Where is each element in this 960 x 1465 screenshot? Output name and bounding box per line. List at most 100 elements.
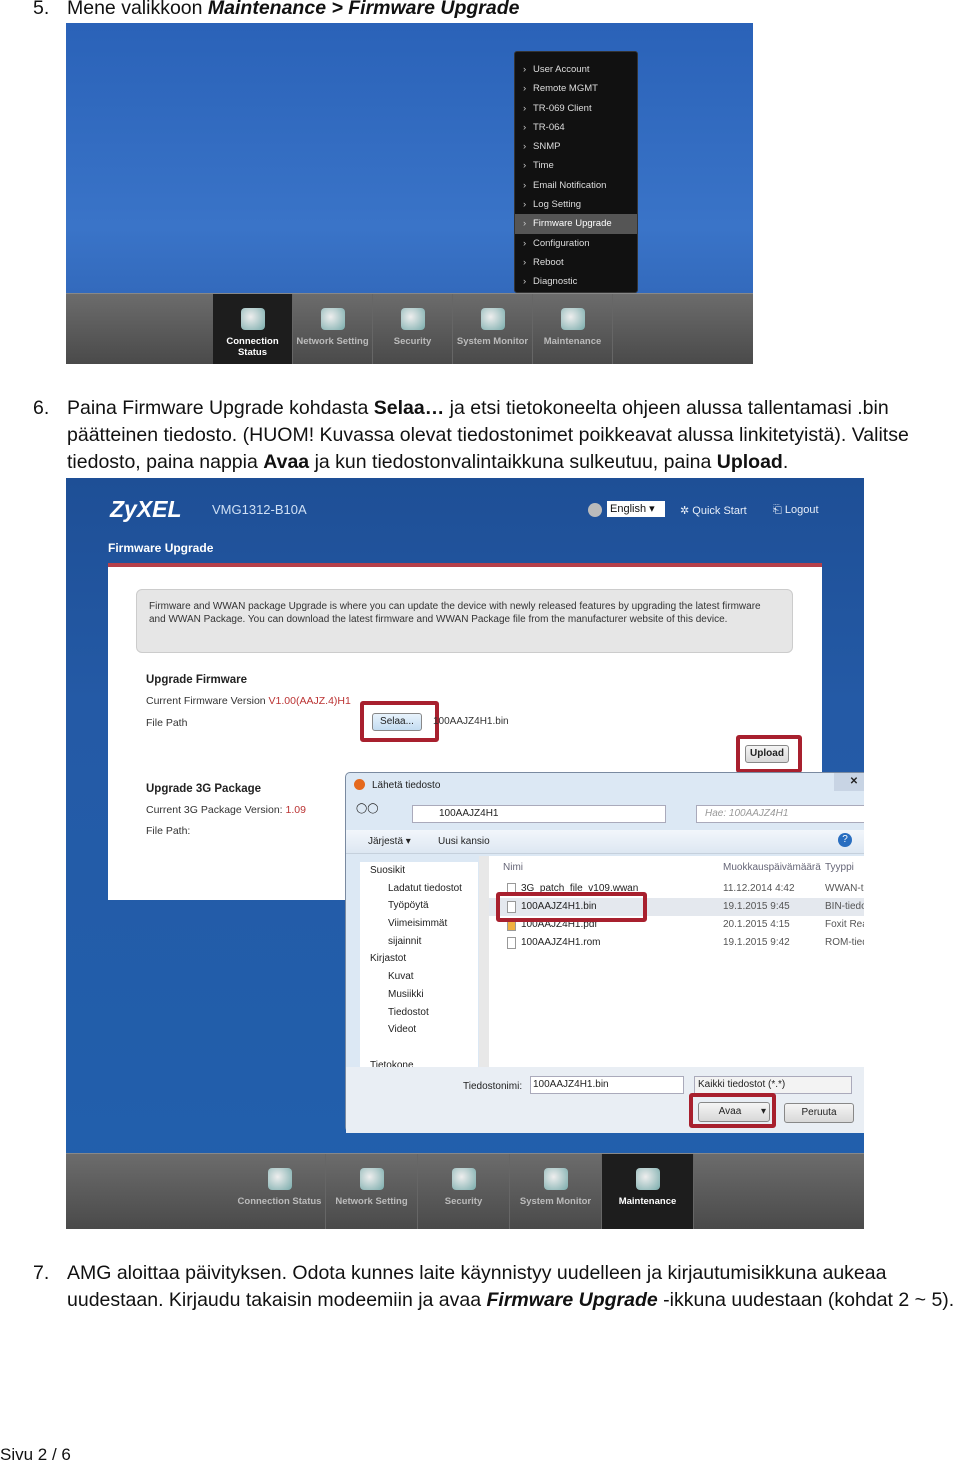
nav-pane-item[interactable]: Suosikit [370,862,478,880]
menu-item[interactable]: TR-064 [515,118,637,137]
quick-start-label: Quick Start [692,505,747,517]
menu-item[interactable]: Firmware Upgrade [515,214,637,234]
filename-input[interactable]: 100AAJZ4H1.bin [530,1076,684,1094]
nav-tab-maintenance[interactable]: Maintenance [533,294,613,364]
tab-label: Security [444,1196,483,1207]
file-open-dialog: Lähetä tiedosto ✕ ◯◯ 100AAJZ4H1 Hae: 100… [345,772,864,1133]
security-icon [400,308,425,330]
connection-icon [267,1168,292,1190]
menu-item[interactable]: Diagnostic [515,272,637,291]
help-icon[interactable]: ? [838,833,852,847]
menu-item[interactable]: Log Setting [515,195,637,214]
file-type: WWAN-tiedosto [825,883,864,894]
address-path: 100AAJZ4H1 [439,808,499,819]
navigation-pane: Suosikit Ladatut tiedostot Työpöytä Viimeis… [360,862,478,1067]
logout-link[interactable]: ⎗ Logout [773,504,819,517]
text: . [782,451,789,473]
menu-item[interactable]: Time [515,156,637,175]
search-input[interactable]: Hae: 100AAJZ4H1 [696,805,864,823]
file-list: Nimi Muokkauspäivämäärä Tyyppi 3G_patch_fil… [489,856,864,1067]
language-select[interactable]: English ▾ [607,501,665,517]
menu-item[interactable]: Remote MGMT [515,79,637,98]
tab-label: Connection Status [226,336,279,358]
column-header[interactable]: Nimi [503,862,523,873]
step-text: Mene valikkoon Maintenance > Firmware Up… [67,0,957,22]
quick-start-link[interactable]: ✲ Quick Start [680,504,747,517]
step-number: 7. [33,1262,50,1284]
screenshot-maintenance-menu: User AccountRemote MGMTTR-069 ClientTR-0… [66,23,753,364]
nav-tab-network-setting[interactable]: Network Setting [326,1154,418,1229]
file-type: ROM-tiedosto [825,937,864,948]
menu-item[interactable]: User Account [515,60,637,79]
back-forward-buttons[interactable]: ◯◯ [356,803,396,823]
tab-label: Security [393,336,432,347]
nav-pane-item[interactable]: Tiedostot [370,1004,478,1022]
nav-tab-security[interactable]: Security [373,294,453,364]
nav-pane-item[interactable]: Kirjastot [370,950,478,968]
file-type-select[interactable]: Kaikki tiedostot (*.*) [694,1076,852,1094]
menu-item[interactable]: Email Notification [515,176,637,195]
new-folder-button[interactable]: Uusi kansio [438,836,490,847]
file-type: Foxit Reader [825,919,864,930]
menu-item[interactable]: Reboot [515,253,637,272]
maintenance-icon [560,308,585,330]
close-button[interactable]: ✕ [834,773,864,791]
cancel-button[interactable]: Peruuta [784,1103,854,1123]
search-placeholder: Hae: 100AAJZ4H1 [705,808,789,819]
nav-tab-system-monitor[interactable]: System Monitor [510,1154,602,1229]
menu-item[interactable]: Configuration [515,234,637,253]
bold-open: Avaa [263,451,310,473]
maintenance-menu: User AccountRemote MGMTTR-069 ClientTR-0… [514,51,638,293]
nav-pane-item [370,933,478,951]
nav-tab-maintenance[interactable]: Maintenance [602,1154,694,1229]
bottom-nav-bar: Connection Status Network Setting Security… [66,1153,864,1229]
menu-item[interactable]: TR-069 Client [515,99,637,118]
tab-label: System Monitor [456,336,529,347]
filename-value: 100AAJZ4H1.bin [533,1079,609,1090]
tab-label: System Monitor [519,1196,592,1207]
file-date: 20.1.2015 4:15 [723,919,790,930]
file-row[interactable]: 100AAJZ4H1.rom 19.1.2015 9:42 ROM-tiedosto [489,934,864,952]
nav-pane-item[interactable]: Musiikki [370,986,478,1004]
sidebar-scrollbar[interactable] [479,856,489,1067]
logout-label: Logout [784,504,819,516]
dialog-title: Lähetä tiedosto [372,780,441,791]
text: Mene valikkoon [67,0,208,19]
nav-pane-item[interactable]: Ladatut tiedostot [370,880,478,898]
fw-heading: Upgrade Firmware [146,674,247,686]
column-header[interactable]: Tyyppi [825,862,854,873]
pkg-version: 1.09 [285,804,306,816]
nav-tab-network-setting[interactable]: Network Setting [293,294,373,364]
nav-tab-connection-status[interactable]: Connection Status [234,1154,326,1229]
system-icon [543,1168,568,1190]
maintenance-icon [635,1168,660,1190]
nav-pane-item[interactable]: Videot [370,1021,478,1039]
highlight-box [736,735,802,773]
pkg-file-path-label: File Path: [146,825,191,837]
file-date: 11.12.2014 4:42 [723,883,795,894]
nav-pane-item[interactable]: Tietokone [370,1057,478,1067]
filename-label: Tiedostonimi: [463,1081,523,1092]
nav-tab-connection-status[interactable]: Connection Status [213,294,293,364]
nav-pane-item[interactable]: Viimeisimmät sijainnit [370,915,478,947]
nav-pane-item[interactable]: Työpöytä [370,897,478,915]
network-icon [320,308,345,330]
menu-item[interactable]: SNMP [515,137,637,156]
column-header[interactable]: Muokkauspäivämäärä [723,862,821,873]
tab-label: Network Setting [335,1196,408,1207]
nav-pane-item[interactable]: Kuvat [370,968,478,986]
text: ja kun tiedostonvalintaikkuna sulkeutuu,… [309,451,717,473]
nav-tab-security[interactable]: Security [418,1154,510,1229]
tab-label: Connection Status [237,1196,322,1207]
globe-icon [588,503,602,517]
tab-label: Network Setting [296,336,369,347]
text: -ikkuna uudestaan (kohdat 2 ~ 5). [657,1289,955,1311]
network-icon [359,1168,384,1190]
bottom-nav-bar: Connection Status Network Setting Security… [66,293,753,364]
address-bar[interactable]: 100AAJZ4H1 [412,805,666,823]
organize-button[interactable]: Järjestä ▾ [368,836,411,847]
file-path-value: 100AAJZ4H1.bin [433,716,509,727]
nav-tab-system-monitor[interactable]: System Monitor [453,294,533,364]
step-number: 6. [33,397,50,419]
highlight-box [360,701,439,742]
